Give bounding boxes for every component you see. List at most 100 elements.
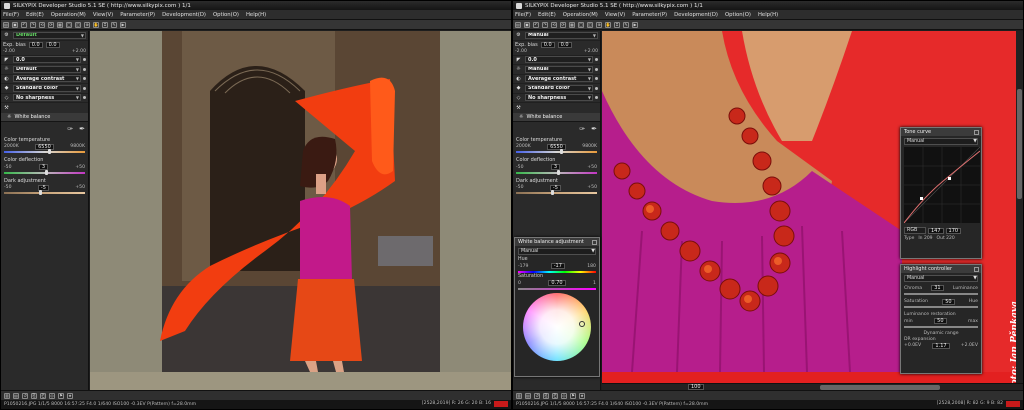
gamma-select[interactable]: 0.0 ▼ (13, 56, 81, 64)
chroma-slider[interactable] (904, 292, 978, 295)
flag-icon[interactable]: ⚑ (58, 392, 64, 399)
gear-icon[interactable]: ⚙ (3, 32, 10, 39)
redo-icon[interactable]: ↷ (542, 21, 548, 28)
menu-edit[interactable]: Edit(E) (538, 12, 556, 18)
ct-slider[interactable] (4, 149, 85, 154)
develop-icon[interactable]: ▶ (632, 21, 638, 28)
close-icon[interactable] (974, 129, 979, 135)
menu-development[interactable]: Development(D) (162, 12, 206, 18)
reset-dot[interactable] (83, 58, 86, 62)
develop-icon[interactable]: ▶ (120, 21, 126, 28)
hue-input[interactable]: -17 (550, 263, 565, 269)
star-icon[interactable]: ★ (67, 392, 73, 399)
eyedropper-icon[interactable]: ✑ (67, 125, 73, 133)
single-view-icon[interactable]: □ (66, 21, 72, 28)
eyedropper-icon[interactable]: ✎ (111, 21, 117, 28)
taste-select[interactable]: Manual ▼ (525, 31, 598, 39)
exposure-input[interactable]: 0.0 (540, 41, 555, 48)
save-icon[interactable]: ▣ (12, 21, 18, 28)
white-balance-select[interactable]: Manual ▼ (525, 65, 593, 73)
histogram-icon[interactable]: ▥ (4, 392, 10, 399)
reset-dot[interactable] (595, 96, 598, 100)
reset-dot[interactable] (83, 67, 86, 71)
rotate-left-icon[interactable]: ⟲ (551, 21, 557, 28)
sat-slider[interactable] (518, 287, 596, 290)
lum-input[interactable]: 50 (934, 318, 947, 324)
vertical-scrollbar[interactable] (1016, 31, 1023, 383)
star-icon[interactable]: ★ (579, 392, 585, 399)
tone-select[interactable]: Average contrast ▼ (13, 75, 81, 83)
menu-development[interactable]: Development(D) (674, 12, 718, 18)
menu-view[interactable]: View(V) (93, 12, 113, 18)
snapshot-icon[interactable]: ◎ (49, 392, 55, 399)
dr-input[interactable]: 1.17 (932, 342, 950, 349)
reset-dot[interactable] (83, 86, 86, 90)
gamma-select[interactable]: 0.0 ▼ (525, 56, 593, 64)
copy-icon[interactable]: ⎘ (31, 392, 37, 399)
exposure-input[interactable]: 0.0 (28, 41, 43, 48)
highlight-mode-select[interactable]: Manual ▼ (904, 275, 978, 282)
crop-icon[interactable]: ⌗ (614, 21, 620, 28)
history-icon[interactable]: ↺ (22, 392, 28, 399)
menu-help[interactable]: Help(H) (246, 12, 266, 18)
horizontal-scrollbar[interactable]: 100 (602, 383, 1023, 390)
eyedropper-icon[interactable]: ✑ (579, 125, 585, 133)
reset-dot[interactable] (83, 96, 86, 100)
menu-option[interactable]: Option(O) (725, 12, 751, 18)
close-icon[interactable] (974, 266, 979, 272)
menu-help[interactable]: Help(H) (758, 12, 778, 18)
reset-dot[interactable] (83, 77, 86, 81)
tools-icon[interactable]: ⚒ (3, 104, 10, 111)
crop-icon[interactable]: ⌗ (102, 21, 108, 28)
exposure-input-2[interactable]: 0.0 (45, 41, 60, 48)
menu-edit[interactable]: Edit(E) (26, 12, 44, 18)
histogram-icon[interactable]: ▥ (516, 392, 522, 399)
paste-icon[interactable]: ⎗ (552, 392, 558, 399)
cd-slider[interactable] (4, 169, 85, 175)
saturation-slider[interactable] (904, 306, 978, 308)
eyedropper-skin-icon[interactable]: ✒ (591, 125, 597, 133)
copy-icon[interactable]: ⎘ (543, 392, 549, 399)
skin-slider[interactable] (4, 190, 85, 195)
menu-view[interactable]: View(V) (605, 12, 625, 18)
curve-graph[interactable] (903, 146, 981, 224)
white-balance-select[interactable]: Default ▼ (13, 65, 81, 73)
rotate-left-icon[interactable]: ⟲ (39, 21, 45, 28)
color-wheel[interactable] (523, 292, 591, 361)
reset-dot[interactable] (595, 77, 598, 81)
sat-input[interactable]: 0.70 (548, 280, 566, 286)
rotate-right-icon[interactable]: ⟳ (560, 21, 566, 28)
filmstrip-icon[interactable]: ▤ (525, 392, 531, 399)
zoom-icon[interactable]: ⊕ (596, 21, 602, 28)
hand-icon[interactable]: ✋ (605, 21, 611, 28)
curve-output[interactable]: 170 (945, 227, 962, 234)
menu-parameter[interactable]: Parameter(P) (632, 12, 667, 18)
zoom-icon[interactable]: ⊕ (84, 21, 90, 28)
eyedropper-skin-icon[interactable]: ✒ (79, 125, 85, 133)
compare-icon[interactable]: ◫ (587, 21, 593, 28)
ct-input[interactable]: 6550 (35, 143, 54, 150)
slider-knob[interactable] (47, 149, 51, 154)
tab-white-balance[interactable]: ☼ White balance (1, 112, 88, 122)
menu-option[interactable]: Option(O) (213, 12, 239, 18)
paste-icon[interactable]: ⎗ (40, 392, 46, 399)
slider-knob[interactable] (38, 190, 42, 195)
chroma-input[interactable]: 31 (931, 285, 944, 291)
menu-file[interactable]: File(F) (3, 12, 19, 18)
save-icon[interactable]: ▣ (524, 21, 530, 28)
wba-mode-select[interactable]: Manual ▼ (518, 248, 596, 255)
lum-slider[interactable] (904, 325, 978, 328)
open-icon[interactable]: ▤ (515, 21, 521, 28)
eyedropper-icon[interactable]: ✎ (623, 21, 629, 28)
reset-dot[interactable] (595, 58, 598, 62)
saturation-input[interactable]: 50 (942, 298, 955, 305)
hand-icon[interactable]: ✋ (93, 21, 99, 28)
cd-slider[interactable] (516, 169, 597, 175)
slider-knob[interactable] (45, 169, 49, 175)
compare-icon[interactable]: ◫ (75, 21, 81, 28)
grid-view-icon[interactable]: ▦ (57, 21, 63, 28)
tools-icon[interactable]: ⚒ (515, 104, 522, 111)
hue-slider[interactable] (518, 270, 596, 273)
sharpness-select[interactable]: No sharpness ▼ (525, 94, 593, 102)
skin-slider[interactable] (516, 190, 597, 195)
